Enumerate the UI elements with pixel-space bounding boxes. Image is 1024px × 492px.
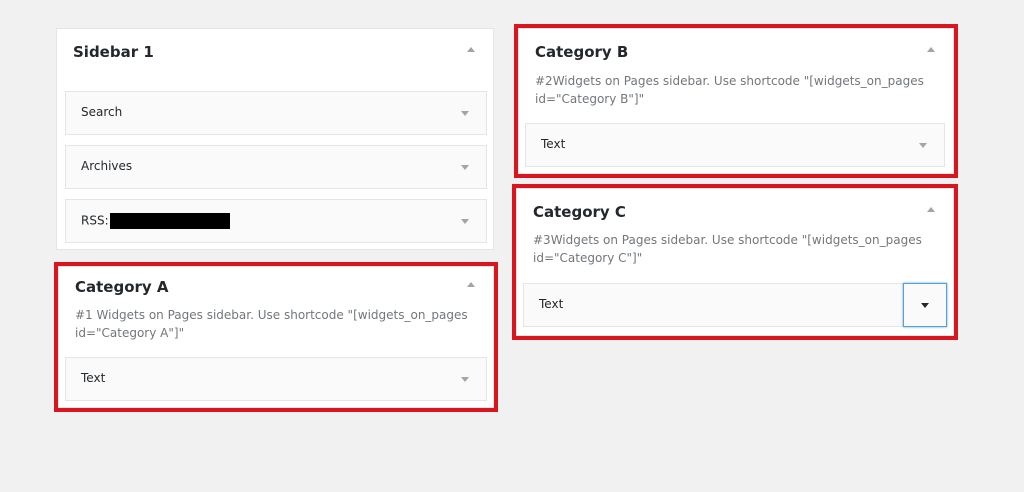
widget-label: Search bbox=[81, 105, 123, 119]
expand-toggle-button[interactable] bbox=[903, 283, 947, 327]
category-a-description: #1 Widgets on Pages sidebar. Use shortco… bbox=[75, 308, 468, 340]
expand-arrow-icon[interactable] bbox=[461, 219, 469, 224]
widget-text[interactable]: Text bbox=[525, 123, 945, 167]
widget-label: RSS: bbox=[81, 213, 230, 229]
category-c-title[interactable]: Category C bbox=[533, 203, 626, 221]
widget-label: Text bbox=[539, 297, 564, 311]
category-a-panel: Category A #1 Widgets on Pages sidebar. … bbox=[54, 262, 498, 412]
widget-label: Archives bbox=[81, 159, 133, 173]
widget-text[interactable]: Text bbox=[65, 357, 487, 401]
sidebar-1-panel: Sidebar 1 Search Archives RSS: bbox=[56, 28, 494, 250]
category-c-description: #3Widgets on Pages sidebar. Use shortcod… bbox=[533, 233, 922, 265]
category-a-title[interactable]: Category A bbox=[75, 278, 169, 296]
category-b-title[interactable]: Category B bbox=[535, 43, 628, 61]
expand-arrow-icon[interactable] bbox=[461, 377, 469, 382]
collapse-arrow-icon[interactable] bbox=[467, 282, 475, 287]
redacted-block bbox=[109, 213, 230, 229]
collapse-arrow-icon[interactable] bbox=[927, 47, 935, 52]
widget-text[interactable]: Text bbox=[523, 283, 947, 327]
expand-arrow-icon[interactable] bbox=[461, 111, 469, 116]
widget-label: Text bbox=[81, 371, 106, 385]
sidebar-1-title[interactable]: Sidebar 1 bbox=[73, 43, 154, 61]
category-c-panel: Category C #3Widgets on Pages sidebar. U… bbox=[512, 184, 958, 340]
widget-rss[interactable]: RSS: bbox=[65, 199, 487, 243]
widget-archives[interactable]: Archives bbox=[65, 145, 487, 189]
widget-search[interactable]: Search bbox=[65, 91, 487, 135]
expand-arrow-icon[interactable] bbox=[919, 143, 927, 148]
rss-label: RSS: bbox=[81, 213, 109, 228]
collapse-arrow-icon[interactable] bbox=[927, 207, 935, 212]
expand-arrow-icon bbox=[921, 303, 929, 308]
category-b-description: #2Widgets on Pages sidebar. Use shortcod… bbox=[535, 74, 924, 106]
category-b-panel: Category B #2Widgets on Pages sidebar. U… bbox=[514, 24, 958, 178]
expand-arrow-icon[interactable] bbox=[461, 165, 469, 170]
widget-label: Text bbox=[541, 137, 566, 151]
collapse-arrow-icon[interactable] bbox=[467, 47, 475, 52]
